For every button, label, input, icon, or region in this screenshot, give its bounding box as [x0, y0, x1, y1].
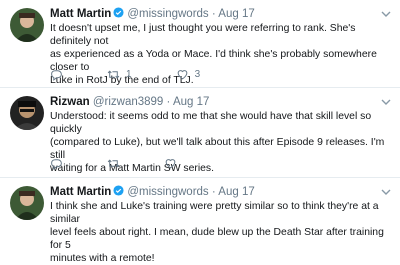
verified-icon	[113, 185, 124, 196]
tweet-text-line: minutes with a remote!	[50, 253, 155, 264]
user-handle[interactable]: @rizwan3899	[93, 96, 164, 108]
chevron-down-icon[interactable]	[380, 186, 392, 198]
tweet-text: I think she and Luke's training were pre…	[50, 200, 390, 265]
reply-icon	[51, 69, 62, 81]
avatar[interactable]	[10, 96, 44, 130]
chevron-down-icon[interactable]	[380, 96, 392, 108]
tweet-text-line: It doesn't upset me, I just thought you …	[50, 23, 356, 47]
reply-icon	[51, 158, 62, 170]
user-handle[interactable]: @missingwords	[127, 8, 208, 20]
separator: ·	[166, 96, 171, 108]
like-icon	[165, 158, 176, 168]
tweet-date[interactable]: Aug 17	[173, 96, 209, 108]
like-icon	[177, 69, 187, 79]
retweet-button[interactable]: 1	[107, 68, 132, 81]
avatar[interactable]	[10, 186, 44, 220]
tweet-actions	[50, 156, 221, 170]
tweet-header: Matt Martin @missingwords · Aug 17	[50, 184, 255, 200]
retweet-button[interactable]	[107, 157, 120, 170]
tweet-date[interactable]: Aug 17	[218, 186, 254, 198]
display-name[interactable]: Matt Martin	[50, 186, 111, 198]
tweet-text-line: I think she and Luke's training were pre…	[50, 201, 379, 225]
tweet-text-line: level feels about right. I mean, dude bl…	[50, 227, 384, 251]
like-button[interactable]	[164, 157, 177, 170]
retweet-icon	[107, 70, 120, 78]
like-count: 3	[194, 68, 201, 80]
chevron-down-icon[interactable]	[380, 8, 392, 20]
tweet-2[interactable]: Rizwan @rizwan3899 · Aug 17 Understood: …	[0, 94, 400, 178]
separator: ·	[211, 8, 216, 20]
tweet-1[interactable]: Matt Martin @missingwords · Aug 17 It doe…	[0, 6, 400, 88]
reply-button[interactable]	[50, 157, 63, 170]
tweet-3[interactable]: Matt Martin @missingwords · Aug 17 I thin…	[0, 184, 400, 265]
tweet-header: Rizwan @rizwan3899 · Aug 17	[50, 94, 209, 110]
divider	[0, 87, 400, 88]
separator: ·	[211, 186, 216, 198]
avatar[interactable]	[10, 8, 44, 42]
tweet-actions: 1 3	[50, 67, 244, 81]
like-button[interactable]: 3	[176, 68, 201, 81]
tweet-header: Matt Martin @missingwords · Aug 17	[50, 6, 255, 22]
divider	[0, 177, 400, 178]
display-name[interactable]: Rizwan	[50, 96, 90, 108]
display-name[interactable]: Matt Martin	[50, 8, 111, 20]
verified-icon	[113, 7, 124, 18]
tweet-date[interactable]: Aug 17	[218, 8, 254, 20]
tweet-text-line: Understood: it seems odd to me that she …	[50, 111, 372, 135]
retweet-icon	[107, 159, 120, 167]
retweet-count: 1	[126, 68, 132, 80]
reply-button[interactable]	[50, 68, 63, 81]
user-handle[interactable]: @missingwords	[127, 186, 208, 198]
